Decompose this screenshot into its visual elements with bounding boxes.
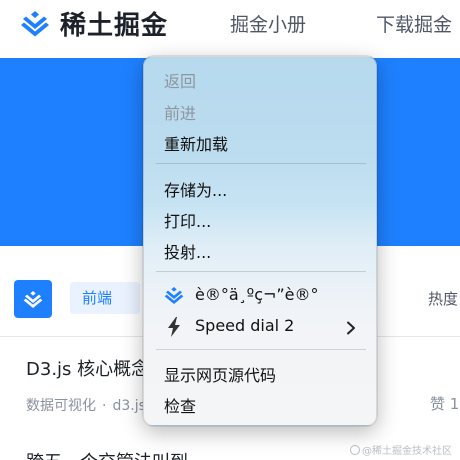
watermark: @稀土掘金技术社区 [350, 442, 452, 457]
menu-item-forward[interactable]: 前进 [164, 100, 196, 124]
article-source-tag[interactable]: d3.js [112, 398, 145, 414]
menu-separator [156, 163, 366, 164]
menu-item-speed-dial[interactable]: Speed dial 2 [195, 316, 294, 335]
article-title[interactable]: D3.js 核心概念 [26, 355, 149, 381]
article-tag[interactable]: 数据可视化 [26, 398, 96, 414]
menu-item-extension[interactable]: è®°ä¸ºç¬”è®° [195, 285, 319, 304]
menu-item-inspect[interactable]: 检查 [164, 393, 196, 417]
chevron-right-icon [345, 320, 357, 335]
juejin-logo-icon [23, 291, 43, 308]
menu-item-view-source[interactable]: 显示网页源代码 [164, 362, 276, 386]
menu-separator [156, 349, 366, 350]
menu-item-cast[interactable]: 投射... [164, 239, 211, 263]
nav-item-booklet[interactable]: 掘金小册 [230, 10, 306, 37]
category-home-button[interactable] [14, 280, 52, 318]
meta-separator: · [102, 398, 107, 414]
top-nav: 稀土掘金 掘金小册 下载掘金 [0, 0, 460, 50]
menu-item-save-as[interactable]: 存储为... [164, 177, 227, 201]
category-tag-frontend[interactable]: 前端 [70, 282, 140, 314]
menu-item-print[interactable]: 打印... [164, 208, 211, 232]
menu-item-reload[interactable]: 重新加载 [164, 131, 228, 155]
menu-item-back[interactable]: 返回 [164, 68, 196, 92]
article-meta: 数据可视化 · d3.js [26, 395, 146, 415]
juejin-logo-icon[interactable] [20, 8, 50, 38]
context-menu: 返回 前进 重新加载 存储为... 打印... 投射... è®°ä¸ºç¬”è… [143, 56, 377, 426]
brand-name[interactable]: 稀土掘金 [60, 5, 168, 42]
article-likes[interactable]: 赞 1 [430, 393, 459, 414]
lightning-icon [166, 317, 186, 337]
menu-separator [156, 271, 366, 272]
sort-hot-tab[interactable]: 热度 [428, 288, 458, 309]
juejin-logo-icon [164, 285, 184, 305]
watermark-logo-icon [350, 445, 360, 455]
next-article-title[interactable]: 跨五一个交管法叫到 [26, 448, 188, 460]
nav-item-download[interactable]: 下载掘金 [376, 10, 452, 37]
